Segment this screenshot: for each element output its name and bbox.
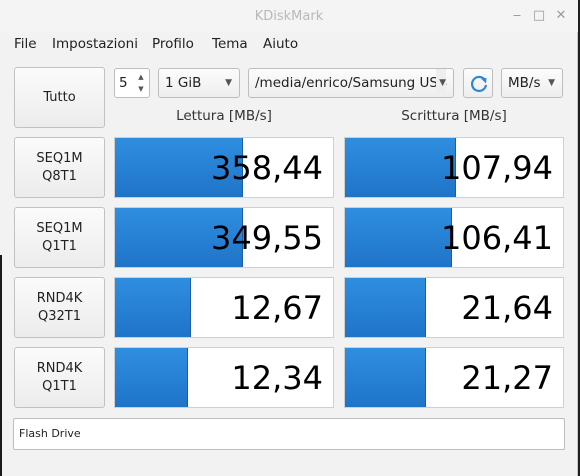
loops-value: 5 bbox=[119, 75, 128, 91]
write-value: 106,41 bbox=[441, 218, 553, 257]
test-size-value: 1 GiB bbox=[165, 75, 202, 91]
write-progress-bar bbox=[345, 138, 456, 197]
write-value: 21,64 bbox=[461, 288, 553, 327]
title-bar: KDiskMark ‒ □ ✕ bbox=[0, 0, 578, 32]
close-icon[interactable]: ✕ bbox=[553, 8, 569, 24]
write-progress-bar bbox=[345, 348, 427, 407]
write-value: 21,27 bbox=[461, 358, 553, 397]
read-progress-bar bbox=[115, 348, 189, 407]
run-all-button[interactable]: Tutto bbox=[14, 67, 105, 128]
chevron-down-icon: ▼ bbox=[548, 78, 555, 88]
test-label-line2: Q8T1 bbox=[42, 168, 77, 184]
spin-down-icon[interactable]: ▼ bbox=[135, 83, 147, 95]
read-result-box: 12,67 bbox=[114, 277, 334, 338]
write-progress-bar bbox=[345, 278, 427, 337]
chevron-down-icon: ▼ bbox=[225, 78, 232, 88]
read-value: 12,67 bbox=[231, 288, 323, 327]
read-value: 349,55 bbox=[211, 218, 323, 257]
test-button-rnd4k-q1t1[interactable]: RND4K Q1T1 bbox=[14, 347, 105, 408]
app-window: KDiskMark ‒ □ ✕ File Impostazioni Profil… bbox=[0, 0, 578, 476]
test-label-line1: RND4K bbox=[36, 360, 83, 376]
menu-aiuto[interactable]: Aiuto bbox=[263, 36, 298, 52]
background-edge bbox=[0, 255, 2, 476]
read-column-header: Lettura [MB/s] bbox=[176, 108, 272, 124]
menu-file[interactable]: File bbox=[14, 36, 37, 52]
window-title: KDiskMark bbox=[254, 9, 324, 24]
write-value: 107,94 bbox=[441, 148, 553, 187]
read-result-box: 349,55 bbox=[114, 207, 334, 268]
test-label-line1: RND4K bbox=[36, 290, 83, 306]
refresh-button[interactable] bbox=[463, 68, 493, 98]
read-result-box: 12,34 bbox=[114, 347, 334, 408]
menu-bar: File Impostazioni Profilo Tema Aiuto bbox=[0, 34, 577, 56]
target-path-value: /media/enrico/Samsung USB bbox=[255, 75, 448, 91]
read-progress-bar bbox=[115, 278, 192, 337]
test-label-line2: Q1T1 bbox=[42, 378, 77, 394]
minimize-icon[interactable]: ‒ bbox=[509, 8, 525, 24]
target-path-select[interactable]: /media/enrico/Samsung USB ▼ bbox=[248, 68, 454, 98]
unit-value: MB/s bbox=[508, 75, 541, 91]
test-label-line1: SEQ1M bbox=[36, 150, 83, 166]
spin-arrows[interactable]: ▲ ▼ bbox=[135, 71, 147, 95]
refresh-icon bbox=[470, 75, 488, 92]
read-result-box: 358,44 bbox=[114, 137, 334, 198]
comment-field[interactable]: Flash Drive bbox=[13, 418, 565, 450]
write-progress-bar bbox=[345, 208, 453, 267]
read-value: 358,44 bbox=[211, 148, 323, 187]
test-label-line2: Q32T1 bbox=[38, 308, 81, 324]
test-button-seq1m-q1t1[interactable]: SEQ1M Q1T1 bbox=[14, 207, 105, 268]
write-result-box: 106,41 bbox=[344, 207, 564, 268]
comment-text: Flash Drive bbox=[19, 427, 81, 440]
menu-impostazioni[interactable]: Impostazioni bbox=[52, 36, 138, 52]
test-button-seq1m-q8t1[interactable]: SEQ1M Q8T1 bbox=[14, 137, 105, 198]
menu-profilo[interactable]: Profilo bbox=[152, 36, 194, 52]
write-result-box: 21,27 bbox=[344, 347, 564, 408]
run-all-label: Tutto bbox=[43, 89, 76, 105]
menu-tema[interactable]: Tema bbox=[212, 36, 248, 52]
loops-spinbox[interactable]: 5 ▲ ▼ bbox=[114, 68, 150, 98]
test-size-select[interactable]: 1 GiB ▼ bbox=[158, 68, 240, 98]
chevron-down-icon: ▼ bbox=[436, 69, 446, 97]
test-button-rnd4k-q32t1[interactable]: RND4K Q32T1 bbox=[14, 277, 105, 338]
write-column-header: Scrittura [MB/s] bbox=[401, 108, 507, 124]
test-label-line2: Q1T1 bbox=[42, 238, 77, 254]
spin-up-icon[interactable]: ▲ bbox=[135, 71, 147, 83]
read-value: 12,34 bbox=[231, 358, 323, 397]
write-result-box: 107,94 bbox=[344, 137, 564, 198]
maximize-icon[interactable]: □ bbox=[531, 8, 547, 24]
test-label-line1: SEQ1M bbox=[36, 220, 83, 236]
unit-select[interactable]: MB/s ▼ bbox=[501, 68, 563, 98]
write-result-box: 21,64 bbox=[344, 277, 564, 338]
